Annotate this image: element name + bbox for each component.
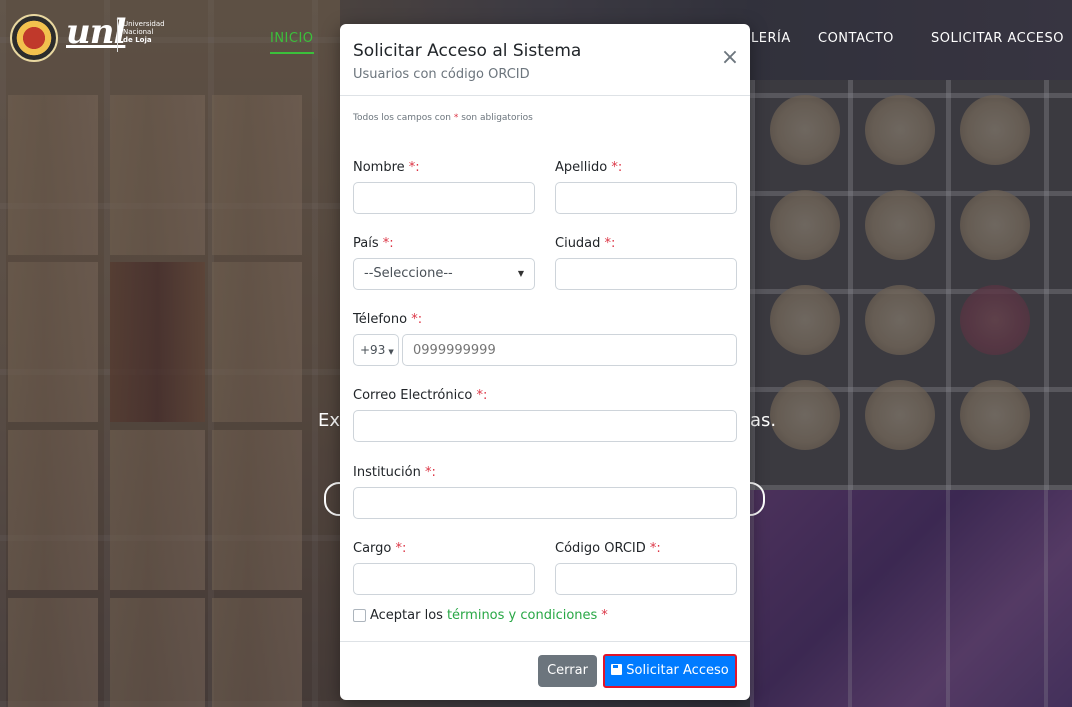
- terms-row: Aceptar los términos y condiciones *: [353, 608, 608, 623]
- university-name: Universidad Nacional de Loja: [123, 20, 165, 44]
- correo-label: Correo Electrónico *:: [353, 388, 488, 403]
- university-seal-logo[interactable]: [10, 14, 58, 62]
- cargo-label: Cargo *:: [353, 541, 407, 556]
- pais-select[interactable]: --Seleccione-- ▼: [353, 258, 535, 290]
- cargo-input[interactable]: [353, 563, 535, 595]
- modal-header: Solicitar Acceso al Sistema Usuarios con…: [340, 24, 750, 96]
- terms-checkbox[interactable]: [353, 609, 366, 622]
- modal-title: Solicitar Acceso al Sistema: [353, 41, 582, 61]
- institucion-label: Institución *:: [353, 465, 436, 480]
- orcid-input[interactable]: [555, 563, 737, 595]
- ciudad-label: Ciudad *:: [555, 236, 616, 251]
- nav-item-galeria[interactable]: LERÍA: [751, 31, 791, 46]
- country-code-select[interactable]: +93 ▼: [353, 334, 399, 366]
- hero-text-right: as.: [750, 410, 777, 431]
- apellido-input[interactable]: [555, 182, 737, 214]
- nombre-input[interactable]: [353, 182, 535, 214]
- nav-item-inicio[interactable]: INICIO: [270, 31, 314, 54]
- close-icon[interactable]: ×: [720, 47, 740, 69]
- terms-required-star: *: [601, 608, 608, 623]
- modal-footer: Cerrar Solicitar Acceso: [340, 641, 750, 700]
- cerrar-button[interactable]: Cerrar: [538, 655, 597, 687]
- nombre-label: Nombre *:: [353, 160, 420, 175]
- hero-text-left: Ex: [318, 410, 341, 431]
- solicitar-acceso-button[interactable]: Solicitar Acceso: [603, 654, 737, 688]
- nav-item-contacto[interactable]: CONTACTO: [818, 31, 894, 46]
- chevron-down-icon: ▼: [517, 269, 524, 278]
- nav-item-solicitar-acceso[interactable]: SOLICITAR ACCESO: [931, 31, 1064, 46]
- modal-subtitle: Usuarios con código ORCID: [353, 67, 530, 82]
- correo-input[interactable]: [353, 410, 737, 442]
- pais-label: País *:: [353, 236, 394, 251]
- access-request-modal: Solicitar Acceso al Sistema Usuarios con…: [340, 24, 750, 700]
- required-fields-note: Todos los campos con * son abligatorios: [353, 113, 533, 123]
- orcid-label: Código ORCID *:: [555, 541, 661, 556]
- logo-divider: [117, 18, 118, 52]
- apellido-label: Apellido *:: [555, 160, 623, 175]
- chevron-down-icon: ▼: [388, 348, 394, 356]
- save-icon: [611, 664, 623, 675]
- terms-prefix: Aceptar los: [370, 608, 443, 623]
- institucion-input[interactable]: [353, 487, 737, 519]
- terms-link[interactable]: términos y condiciones: [447, 608, 597, 623]
- ciudad-input[interactable]: [555, 258, 737, 290]
- telefono-input[interactable]: [402, 334, 737, 366]
- telefono-label: Télefono *:: [353, 312, 423, 327]
